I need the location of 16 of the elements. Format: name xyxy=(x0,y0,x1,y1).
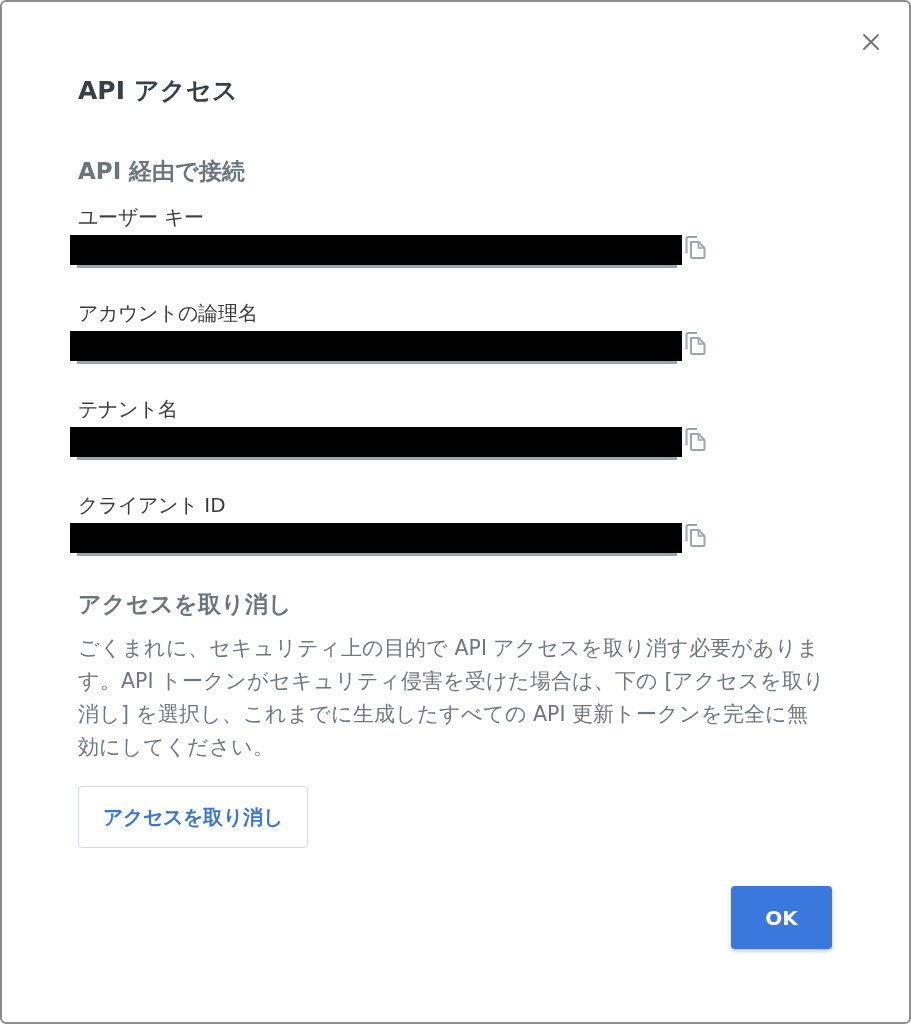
ok-button[interactable]: OK xyxy=(731,886,832,949)
dialog-title: API アクセス xyxy=(78,75,238,107)
close-icon xyxy=(862,33,880,51)
description-text: ごくまれに、セキュリティ上の目的で API アクセスを取り消す必要があります。API トークンがセキュリティ侵害を受けた場合は、下の [アクセスを取り消し] を選択し、これまでに生成したすべての API 更新トークンを完全に無効にしてください。 xyxy=(78,635,826,761)
copy-icon xyxy=(685,332,706,355)
copy-icon xyxy=(685,428,706,451)
section-heading: API 経由で接続 xyxy=(78,157,246,186)
field-label: テナント名 xyxy=(78,396,178,423)
section-heading: アクセスを取り消し xyxy=(78,590,292,619)
field-label: クライアント ID xyxy=(78,492,226,519)
field-label: アカウントの論理名 xyxy=(78,300,258,327)
copy-icon xyxy=(685,524,706,547)
field-label: ユーザー キー xyxy=(78,204,205,231)
close-button[interactable] xyxy=(862,33,880,51)
copy-icon xyxy=(685,236,706,259)
revoke-access-button[interactable]: アクセスを取り消し xyxy=(78,786,308,848)
